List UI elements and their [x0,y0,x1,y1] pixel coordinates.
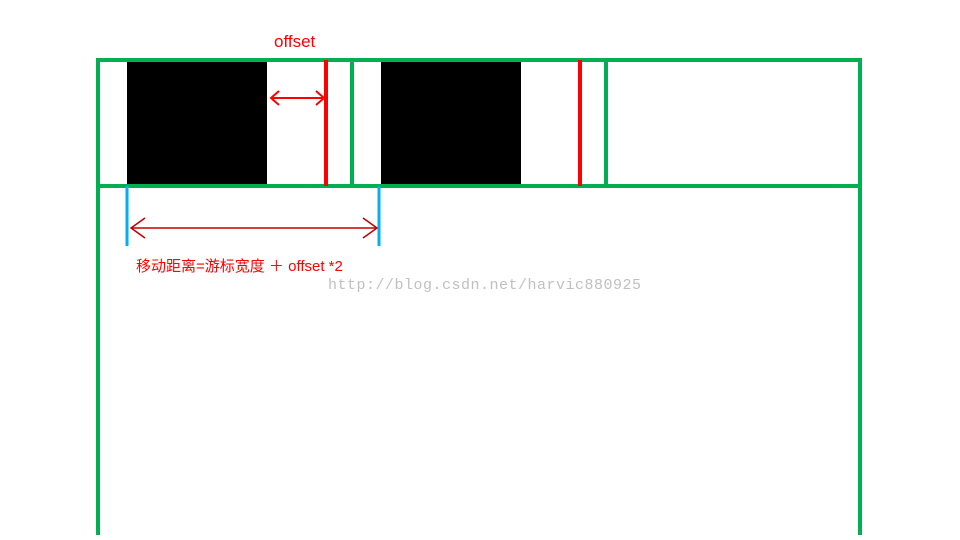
offset-arrow [271,91,324,105]
cursor-block-1 [127,62,267,184]
cursor-block-2 [381,62,521,184]
diagram-canvas: offset 移动距离=游标宽度 ＋ offset *2 http://blog… [0,0,960,540]
offset-label: offset [274,32,315,52]
move-distance-arrow [131,218,377,238]
move-distance-formula: 移动距离=游标宽度 ＋ offset *2 [136,255,343,276]
watermark-text: http://blog.csdn.net/harvic880925 [328,277,642,294]
